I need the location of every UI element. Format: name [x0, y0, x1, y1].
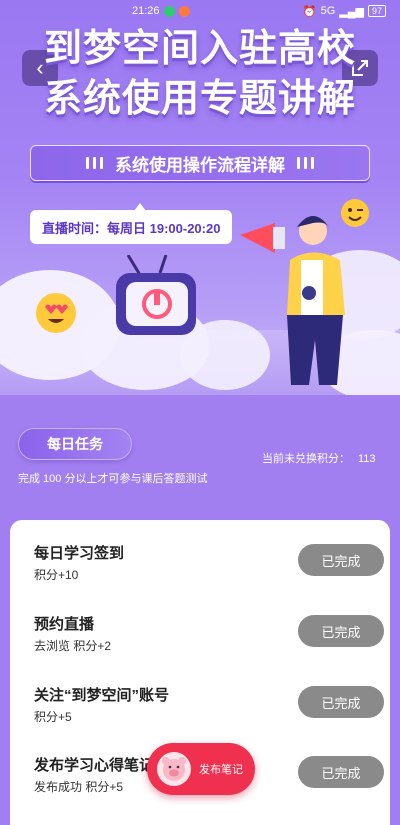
task-status-button[interactable]: 已完成 [298, 615, 384, 647]
task-status-button[interactable]: 已完成 [298, 544, 384, 576]
pig-mascot-icon [157, 752, 191, 786]
decor-bars-icon [297, 157, 314, 169]
task-item: 关注“到梦空间”账号 积分+5 已完成 [34, 684, 384, 734]
task-status-button[interactable]: 已完成 [298, 756, 384, 788]
task-title: 关注“到梦空间”账号 [34, 687, 170, 704]
status-time: 21:26 [132, 5, 160, 17]
hero-title-line1: 到梦空间入驻高校 [43, 28, 356, 70]
wechat-icon [163, 5, 175, 17]
points-summary: 当前未兑换积分： 113 [262, 450, 376, 466]
hero-banner: 21:26 ⏰ 5G ▂▄▆ 97 ‹ 到梦空间入驻高校 系统使用专题讲解 系统… [0, 0, 400, 395]
battery-icon: 97 [367, 5, 386, 17]
subtitle-banner: 系统使用操作流程详解 [30, 145, 370, 181]
subtitle-text: 系统使用操作流程详解 [115, 155, 285, 175]
network-type: 5G [320, 5, 336, 17]
tasks-hint: 完成 100 分以上才可参与课后答题测试 [18, 473, 208, 485]
hero-title-line2: 系统使用专题讲解 [43, 78, 356, 120]
alarm-icon: ⏰ [302, 5, 317, 18]
task-status-button[interactable]: 已完成 [298, 686, 384, 718]
task-desc: 去浏览 积分+2 [34, 639, 112, 653]
task-item: 每日学习签到 积分+10 已完成 [34, 542, 384, 592]
hero-title: 到梦空间入驻高校 系统使用专题讲解 [0, 24, 400, 124]
app-notification-icon [178, 5, 190, 17]
daily-tasks-tab[interactable]: 每日任务 [18, 428, 132, 460]
task-item: 预约直播 去浏览 积分+2 已完成 [34, 613, 384, 663]
status-bar: 21:26 ⏰ 5G ▂▄▆ 97 [0, 0, 400, 22]
points-label: 当前未兑换积分： [262, 453, 350, 465]
task-title: 预约直播 [34, 616, 95, 633]
heart-eyes-emoji-icon [36, 293, 76, 333]
decor-bars-icon [86, 157, 103, 169]
task-desc: 发布成功 积分+5 [34, 780, 124, 794]
presenter-illustration [240, 216, 345, 385]
task-desc: 积分+5 [34, 710, 72, 724]
task-desc: 积分+10 [34, 568, 79, 582]
points-value: 113 [358, 453, 376, 465]
tv-illustration [116, 255, 196, 335]
task-title: 每日学习签到 [34, 545, 125, 562]
post-note-button[interactable]: 发布笔记 [147, 743, 255, 795]
signal-icon: ▂▄▆ [339, 5, 364, 18]
post-note-label: 发布笔记 [199, 764, 243, 776]
task-title: 发布学习心得笔记 [34, 757, 155, 774]
live-time-badge: 直播时间：每周日 19:00-20:20 [30, 203, 233, 244]
